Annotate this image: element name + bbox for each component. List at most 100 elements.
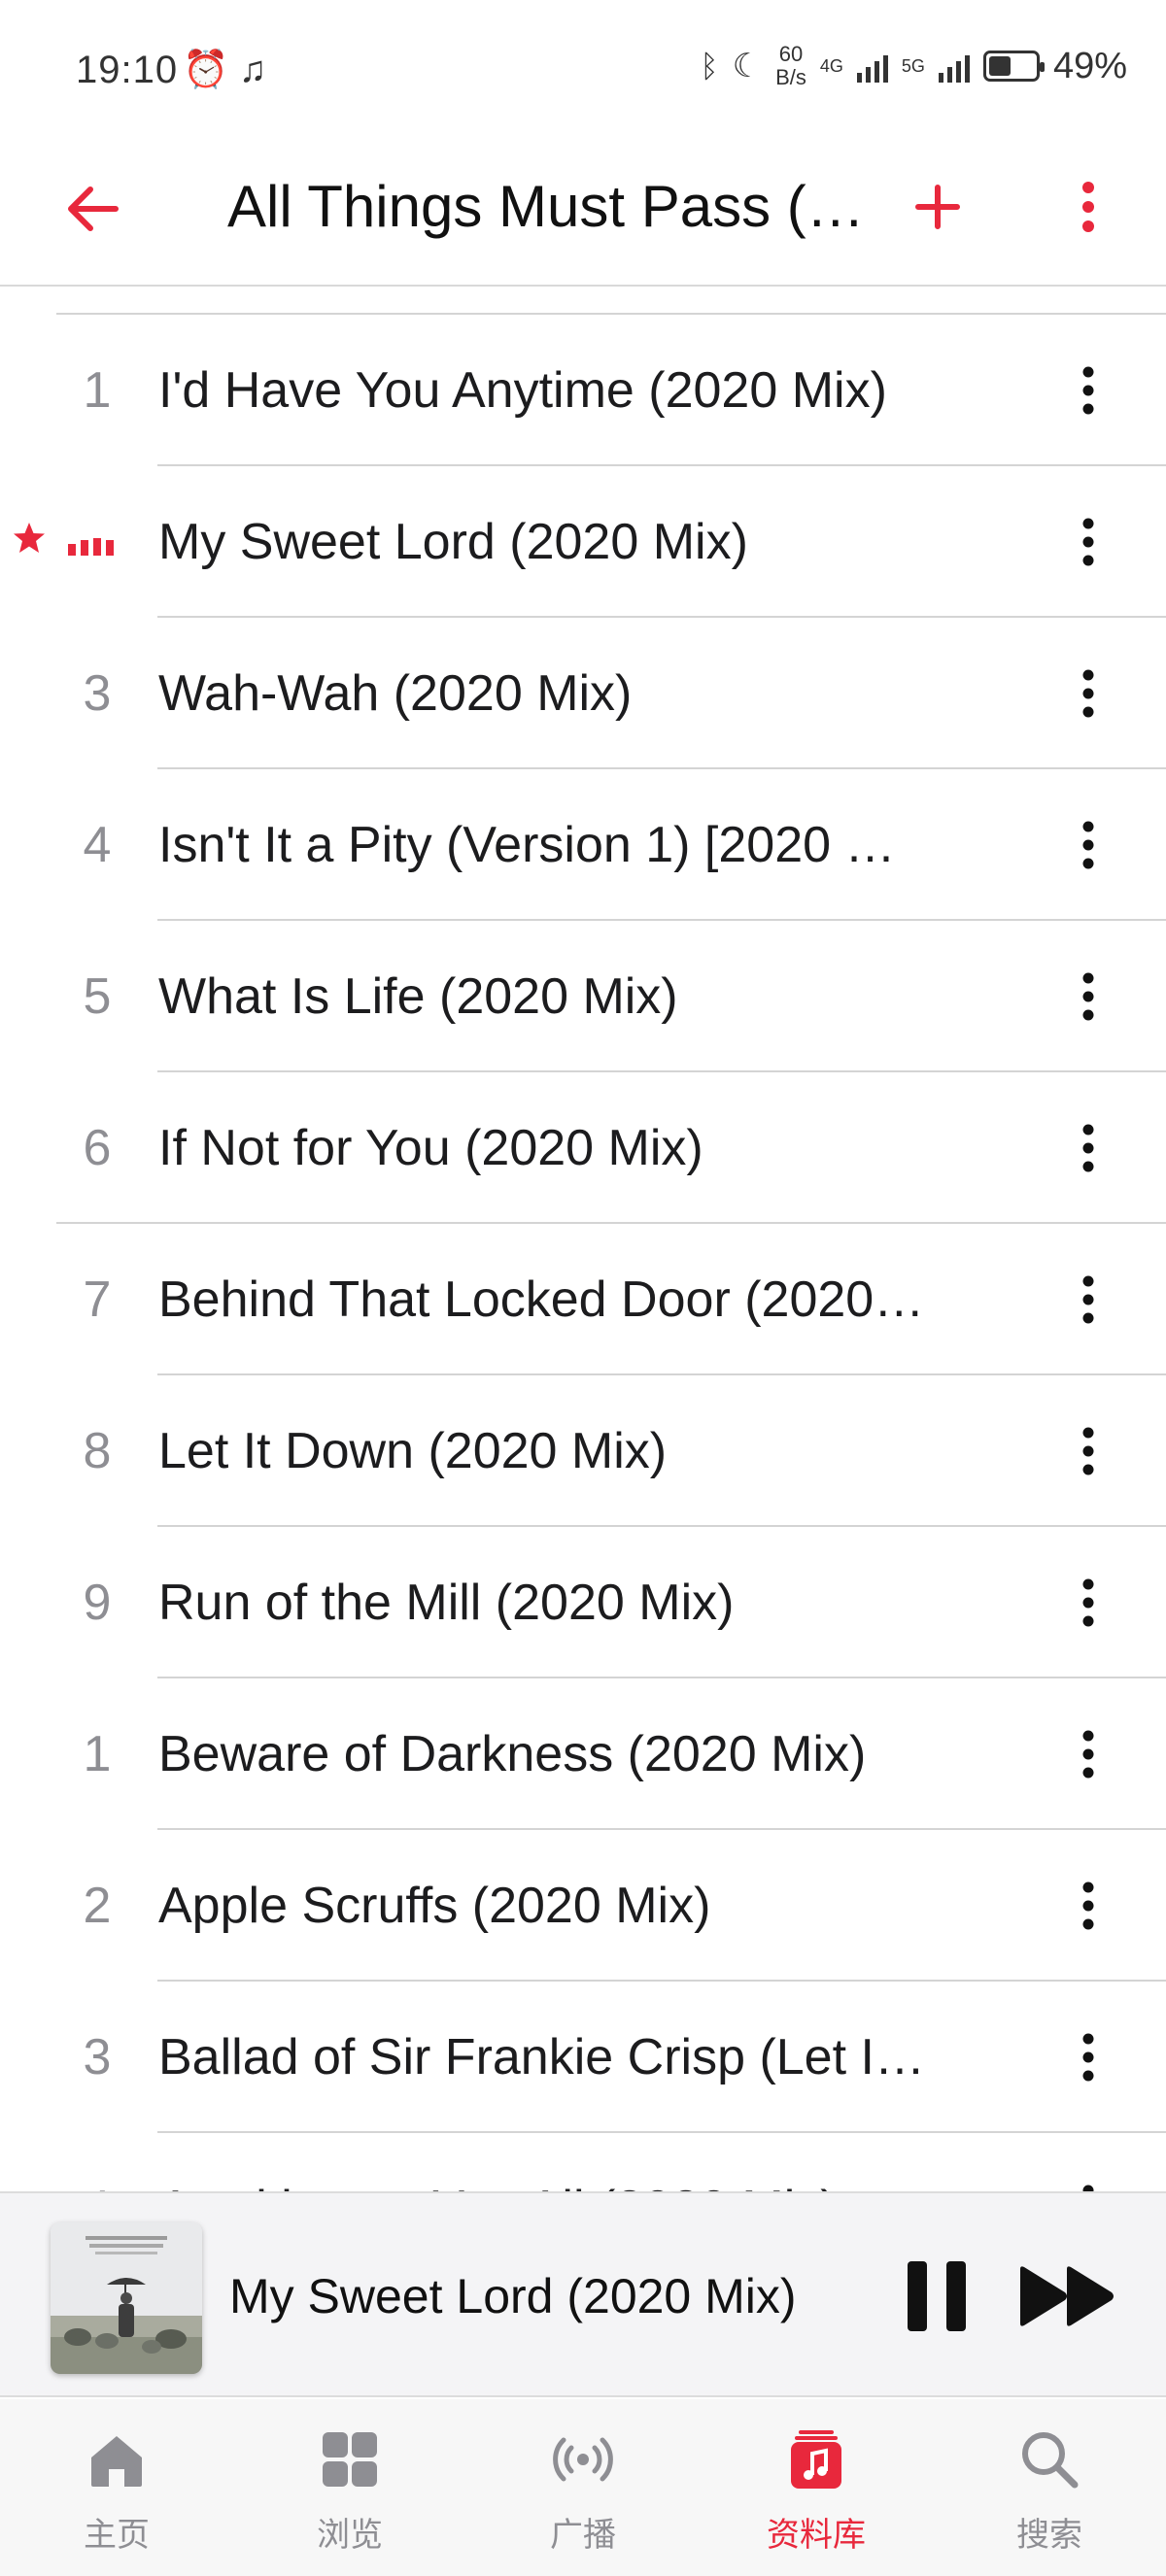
now-playing-title[interactable]: My Sweet Lord (2020 Mix): [229, 2193, 797, 2399]
radio-icon: [553, 2437, 613, 2482]
grid-icon: [323, 2432, 377, 2487]
nav-header: All Things Must Pass (2020 Mix): [0, 146, 1166, 287]
track-more-button[interactable]: [1059, 2023, 1117, 2091]
more-vertical-icon: [1082, 1124, 1094, 1172]
tab-radio[interactable]: 广播: [486, 2399, 680, 2576]
more-vertical-icon: [1082, 2185, 1094, 2191]
pause-icon: [908, 2261, 966, 2331]
tab-browse[interactable]: 浏览: [253, 2399, 447, 2576]
track-more-button[interactable]: [1059, 356, 1117, 424]
net-speed: 60 B/s: [775, 42, 806, 89]
track-number: 5: [83, 968, 112, 1025]
track-more-button[interactable]: [1059, 1720, 1117, 1788]
track-list: 1 I'd Have You Anytime (2020 Mix) My Sweet…: [0, 288, 1166, 2191]
track-number: 4: [58, 2133, 136, 2191]
moon-icon: ☾: [732, 48, 763, 85]
more-vertical-icon: [1082, 518, 1094, 566]
track-number: 6: [83, 1120, 112, 1176]
track-number: 9: [83, 1575, 112, 1631]
track-more-button[interactable]: [1059, 508, 1117, 576]
track-number: 2: [83, 1878, 112, 1934]
status-right: ᛒ ☾ 60 B/s 4G 5G 49%: [700, 43, 1127, 89]
plus-icon: [915, 185, 960, 229]
track-title: Let It Down (2020 Mix): [158, 1423, 668, 1479]
track-row[interactable]: 6 If Not for You (2020 Mix): [0, 1072, 1166, 1224]
tab-search[interactable]: 搜索: [952, 2399, 1147, 2576]
track-title: Apple Scruffs (2020 Mix): [158, 1878, 711, 1934]
tab-bar: 主页 浏览 广播 资料库 搜索: [0, 2399, 1166, 2576]
track-title: What Is Life (2020 Mix): [158, 968, 678, 1025]
bluetooth-icon: ᛒ: [700, 48, 719, 84]
track-row[interactable]: 3 Ballad of Sir Frankie Crisp (Let It Rol…: [0, 1982, 1166, 2133]
track-row[interactable]: 5 What Is Life (2020 Mix): [0, 921, 1166, 1072]
track-more-button[interactable]: [1059, 660, 1117, 728]
track-title: I'd Have You Anytime (2020 Mix): [158, 362, 887, 419]
more-vertical-icon: [1082, 2033, 1094, 2082]
track-title: Wah-Wah (2020 Mix): [158, 665, 633, 722]
tab-library[interactable]: 资料库: [719, 2399, 913, 2576]
track-title: Run of the Mill (2020 Mix): [158, 1575, 735, 1631]
tab-home[interactable]: 主页: [19, 2399, 214, 2576]
next-track-button[interactable]: [1016, 2263, 1117, 2329]
more-vertical-icon: [1082, 1730, 1094, 1779]
add-button[interactable]: [904, 173, 972, 241]
track-more-button[interactable]: [1059, 2175, 1117, 2191]
track-more-button[interactable]: [1059, 963, 1117, 1031]
track-row[interactable]: 1 Beware of Darkness (2020 Mix): [0, 1678, 1166, 1830]
track-row[interactable]: 8 Let It Down (2020 Mix): [0, 1375, 1166, 1527]
more-vertical-icon: [1082, 1578, 1094, 1627]
track-row[interactable]: 4 Isn't It a Pity (Version 1) [2020 Mix]: [0, 769, 1166, 921]
more-vertical-icon: [1082, 821, 1094, 869]
page-title: All Things Must Pass (2020 Mix): [227, 174, 888, 239]
back-button[interactable]: [58, 175, 126, 243]
more-vertical-icon: [1082, 1427, 1094, 1475]
more-vertical-icon: [1082, 1275, 1094, 1324]
track-number: 3: [83, 2029, 112, 2085]
music-app-screen: 19:10 ⏰ ♫ ᛒ ☾ 60 B/s 4G 5G 49% All Thing…: [0, 0, 1166, 2576]
forward-icon: [1020, 2266, 1114, 2326]
track-row[interactable]: 4 Awaiting on You All (2020 Mix): [0, 2133, 1166, 2191]
track-number: 7: [83, 1271, 112, 1328]
track-row[interactable]: 1 I'd Have You Anytime (2020 Mix): [0, 315, 1166, 466]
track-title: Awaiting on You All (2020 Mix): [158, 2133, 936, 2191]
track-rows: 1 I'd Have You Anytime (2020 Mix) My Sweet…: [0, 315, 1166, 2191]
track-title: Ballad of Sir Frankie Crisp (Let It Roll…: [158, 2029, 936, 2085]
more-options-button[interactable]: [1059, 173, 1117, 241]
now-playing-bars-icon: [68, 526, 114, 556]
status-bar: 19:10 ⏰ ♫ ᛒ ☾ 60 B/s 4G 5G 49%: [0, 0, 1166, 146]
mini-player[interactable]: My Sweet Lord (2020 Mix): [0, 2191, 1166, 2397]
signal-5g-icon: [938, 50, 970, 83]
pause-button[interactable]: [904, 2257, 972, 2335]
track-number: 1: [83, 1726, 112, 1782]
track-title: Isn't It a Pity (Version 1) [2020 Mix]: [158, 817, 936, 873]
track-more-button[interactable]: [1059, 1266, 1117, 1334]
track-row[interactable]: 3 Wah-Wah (2020 Mix): [0, 618, 1166, 769]
album-art[interactable]: [51, 2222, 202, 2374]
track-row[interactable]: 2 Apple Scruffs (2020 Mix): [0, 1830, 1166, 1982]
track-more-button[interactable]: [1059, 1417, 1117, 1485]
track-row[interactable]: 9 Run of the Mill (2020 Mix): [0, 1527, 1166, 1678]
more-vertical-icon: [1082, 972, 1094, 1021]
more-vertical-icon: [1082, 366, 1094, 415]
track-title: Beware of Darkness (2020 Mix): [158, 1726, 867, 1782]
music-note-icon: ♫: [238, 50, 267, 90]
track-more-button[interactable]: [1059, 1569, 1117, 1637]
track-row[interactable]: 7 Behind That Locked Door (2020 Mix): [0, 1224, 1166, 1375]
more-vertical-icon: [1082, 669, 1094, 718]
status-time: 19:10: [76, 49, 179, 91]
search-icon: [1022, 2432, 1079, 2489]
track-number: 8: [83, 1423, 112, 1479]
battery-icon: [982, 51, 1045, 82]
arrow-left-icon: [68, 186, 119, 231]
track-title: If Not for You (2020 Mix): [158, 1120, 703, 1176]
signal-4g-icon: [856, 50, 888, 83]
favorite-star-icon: [14, 523, 45, 553]
album-cover-image: [51, 2222, 202, 2374]
track-row[interactable]: My Sweet Lord (2020 Mix): [0, 466, 1166, 618]
alarm-icon: ⏰: [183, 50, 229, 90]
track-more-button[interactable]: [1059, 1872, 1117, 1940]
track-more-button[interactable]: [1059, 1114, 1117, 1182]
track-more-button[interactable]: [1059, 811, 1117, 879]
battery-percent: 49%: [1052, 45, 1127, 86]
more-vertical-icon: [1082, 182, 1094, 232]
